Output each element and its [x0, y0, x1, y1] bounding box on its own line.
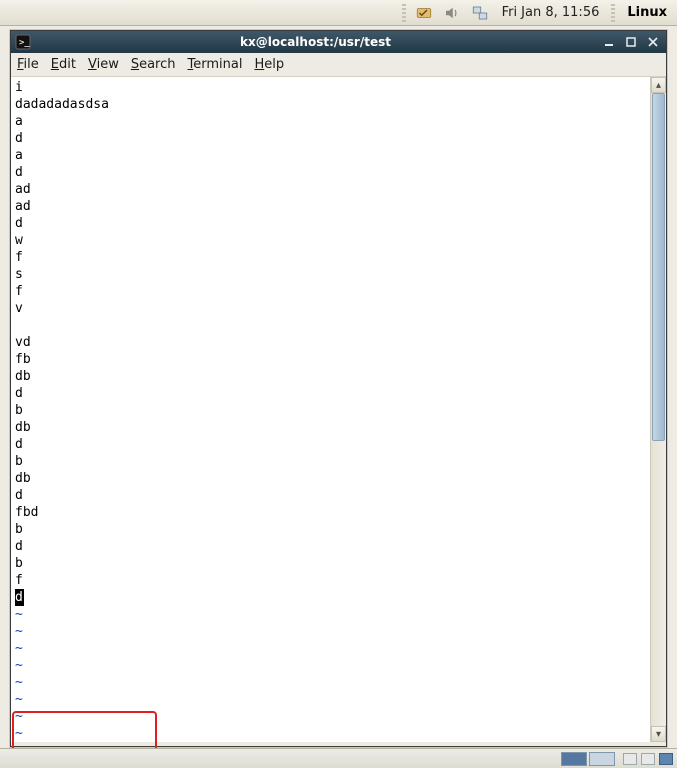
terminal-line: d	[15, 538, 646, 555]
terminal-icon: >_	[15, 34, 31, 50]
minimize-button[interactable]	[600, 34, 618, 50]
panel-handle-2	[611, 4, 615, 22]
terminal-line: a	[15, 147, 646, 164]
scroll-track[interactable]	[651, 93, 666, 726]
menu-edit[interactable]: Edit	[51, 57, 76, 72]
menu-search[interactable]: Search	[131, 57, 176, 72]
volume-icon[interactable]	[442, 3, 462, 23]
terminal-cursor-line: d	[15, 589, 646, 606]
terminal-line: f	[15, 572, 646, 589]
terminal-line: a	[15, 113, 646, 130]
workspace-2[interactable]	[589, 752, 615, 766]
terminal-line: f	[15, 283, 646, 300]
cursor: d	[15, 589, 24, 606]
scrollbar[interactable]: ▴ ▾	[650, 77, 666, 742]
terminal-line: db	[15, 419, 646, 436]
terminal-line: b	[15, 521, 646, 538]
scroll-up-button[interactable]: ▴	[651, 77, 666, 93]
update-icon[interactable]	[414, 3, 434, 23]
terminal-line: vd	[15, 334, 646, 351]
window-status-strip	[11, 742, 666, 746]
tilde-line: ~	[15, 657, 646, 674]
terminal-line: b	[15, 453, 646, 470]
tray-item-3[interactable]	[659, 753, 673, 765]
tilde-line: ~	[15, 623, 646, 640]
close-button[interactable]	[644, 34, 662, 50]
bottom-panel	[0, 748, 677, 768]
menu-file[interactable]: File	[17, 57, 39, 72]
terminal-line	[15, 317, 646, 334]
terminal-line: db	[15, 368, 646, 385]
terminal-line: d	[15, 487, 646, 504]
terminal-line: ad	[15, 198, 646, 215]
terminal-line: ad	[15, 181, 646, 198]
svg-text:>_: >_	[19, 38, 30, 48]
terminal-area: idadadadasdsaadadadaddwfsfvvdfbdbdbdbdbd…	[11, 77, 666, 742]
terminal-line: s	[15, 266, 646, 283]
terminal-line: d	[15, 164, 646, 181]
tilde-line: ~	[15, 725, 646, 742]
terminal-line: fbd	[15, 504, 646, 521]
terminal-line: w	[15, 232, 646, 249]
tilde-line: ~	[15, 691, 646, 708]
terminal-window: >_ kx@localhost:/usr/test File Edit View…	[10, 30, 667, 747]
scroll-down-button[interactable]: ▾	[651, 726, 666, 742]
tilde-line: ~	[15, 606, 646, 623]
menu-terminal[interactable]: Terminal	[188, 57, 243, 72]
tray-mini	[623, 753, 673, 765]
clock[interactable]: Fri Jan 8, 11:56	[498, 5, 604, 20]
tray-item-1[interactable]	[623, 753, 637, 765]
terminal-line: d	[15, 436, 646, 453]
terminal-line: d	[15, 385, 646, 402]
workspace-1[interactable]	[561, 752, 587, 766]
os-label: Linux	[623, 5, 671, 20]
menu-view[interactable]: View	[88, 57, 119, 72]
panel-handle	[402, 4, 406, 22]
terminal-line: fb	[15, 351, 646, 368]
top-panel: Fri Jan 8, 11:56 Linux	[0, 0, 677, 26]
maximize-button[interactable]	[622, 34, 640, 50]
tilde-line: ~	[15, 674, 646, 691]
terminal-line: d	[15, 130, 646, 147]
terminal-line: dadadadasdsa	[15, 96, 646, 113]
terminal-line: b	[15, 402, 646, 419]
tilde-line: ~	[15, 640, 646, 657]
window-title: kx@localhost:/usr/test	[35, 35, 596, 49]
terminal-content[interactable]: idadadadasdsaadadadaddwfsfvvdfbdbdbdbdbd…	[11, 77, 650, 742]
terminal-line: b	[15, 555, 646, 572]
menu-help[interactable]: Help	[254, 57, 284, 72]
terminal-line: f	[15, 249, 646, 266]
scroll-thumb[interactable]	[652, 93, 665, 441]
tilde-line: ~	[15, 708, 646, 725]
terminal-line: db	[15, 470, 646, 487]
network-icon[interactable]	[470, 3, 490, 23]
titlebar[interactable]: >_ kx@localhost:/usr/test	[11, 31, 666, 53]
tray-item-2[interactable]	[641, 753, 655, 765]
workspace-pager[interactable]	[561, 752, 615, 766]
terminal-line: i	[15, 79, 646, 96]
terminal-line: v	[15, 300, 646, 317]
terminal-line: d	[15, 215, 646, 232]
menubar: File Edit View Search Terminal Help	[11, 53, 666, 77]
